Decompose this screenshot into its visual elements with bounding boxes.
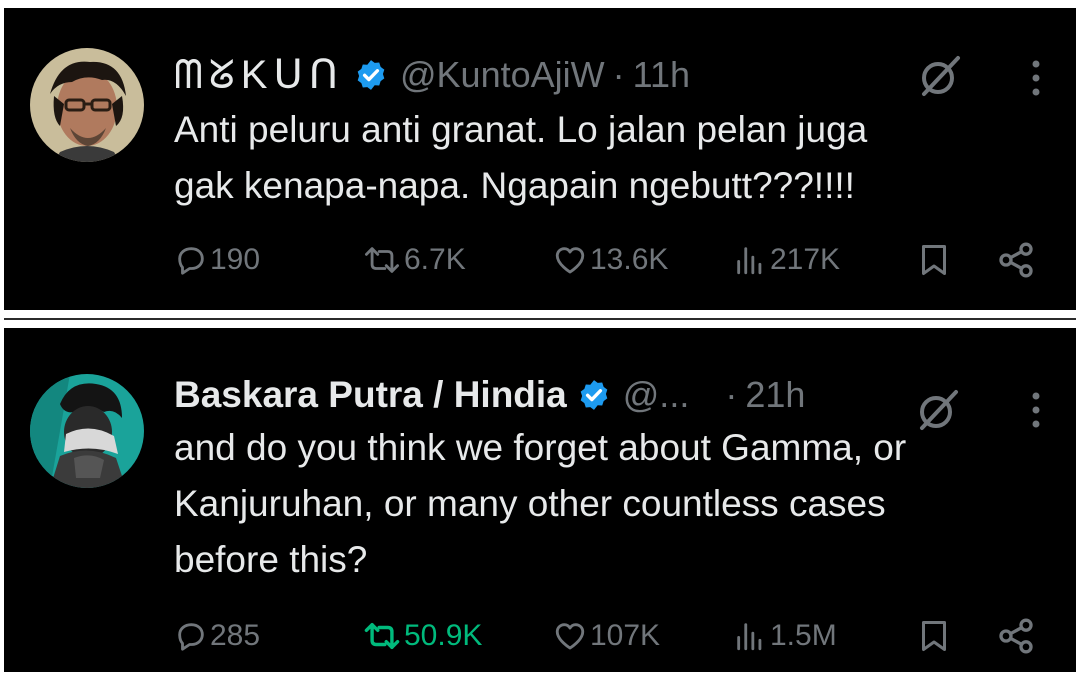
repost-icon — [365, 247, 400, 273]
tweet-text: Anti peluru anti granat. Lo jalan pelan … — [174, 109, 868, 206]
avatar-baskara[interactable] — [30, 374, 144, 488]
screenshot-frame: ᗰᘜKᑌᑎ @KuntoAjiW · 11h Anti peluru anti … — [0, 0, 1080, 680]
repost-icon — [364, 622, 400, 650]
views-icon — [737, 247, 762, 275]
separator-dot: · — [612, 54, 625, 95]
more-icon[interactable] — [1028, 390, 1044, 430]
views-button[interactable]: 217K — [732, 238, 840, 282]
tweet-header: Baskara Putra / Hindia @... · 21h — [174, 370, 805, 420]
grok-icon[interactable] — [918, 54, 962, 98]
repost-button[interactable]: 50.9K — [362, 614, 482, 658]
verified-badge-icon[interactable] — [354, 58, 388, 92]
bookmark-button[interactable] — [916, 238, 952, 282]
tweet-actions: 285 50.9K 107K 1.5M — [174, 614, 1036, 658]
display-name[interactable]: ᗰᘜKᑌᑎ — [174, 52, 344, 98]
views-icon — [737, 623, 762, 651]
like-icon — [555, 623, 585, 650]
share-icon — [999, 242, 1033, 278]
avatar-kunto[interactable] — [30, 48, 144, 162]
tweet-1[interactable]: ᗰᘜKᑌᑎ @KuntoAjiW · 11h Anti peluru anti … — [4, 8, 1076, 310]
share-icon — [999, 618, 1033, 654]
like-button[interactable]: 13.6K — [552, 238, 668, 282]
share-button[interactable] — [996, 238, 1036, 282]
separator-dot: · — [725, 374, 738, 415]
reply-icon — [178, 623, 204, 651]
reply-button[interactable]: 285 — [174, 614, 260, 658]
divider — [4, 318, 1076, 320]
bookmark-icon — [922, 621, 946, 651]
tweet-header: ᗰᘜKᑌᑎ @KuntoAjiW · 11h — [174, 50, 690, 100]
timestamp[interactable]: 11h — [633, 54, 690, 96]
reply-button[interactable]: 190 — [174, 238, 260, 282]
repost-count: 6.7K — [404, 243, 466, 276]
share-button[interactable] — [996, 614, 1036, 658]
timestamp[interactable]: 21h — [745, 374, 805, 416]
like-count: 13.6K — [590, 243, 669, 276]
like-icon — [555, 247, 585, 274]
like-button[interactable]: 107K — [552, 614, 660, 658]
tweet-text: and do you think we forget about Gamma, … — [174, 427, 907, 580]
views-count: 1.5M — [770, 619, 837, 652]
reply-count: 190 — [210, 243, 261, 276]
tweet-2[interactable]: Baskara Putra / Hindia @... · 21h and do… — [4, 328, 1076, 672]
reply-icon — [178, 247, 204, 275]
user-handle[interactable]: @KuntoAjiW — [400, 54, 605, 96]
views-count: 217K — [770, 243, 841, 276]
tweet-actions: 190 6.7K 13.6K 217K — [174, 238, 1036, 282]
user-handle[interactable]: @... — [623, 374, 690, 416]
reply-count: 285 — [210, 619, 261, 652]
like-count: 107K — [590, 619, 661, 652]
bookmark-button[interactable] — [916, 614, 952, 658]
display-name[interactable]: Baskara Putra / Hindia — [174, 374, 567, 416]
views-button[interactable]: 1.5M — [732, 614, 837, 658]
more-icon[interactable] — [1028, 58, 1044, 98]
bookmark-icon — [922, 245, 946, 275]
verified-badge-icon[interactable] — [577, 378, 611, 412]
repost-button[interactable]: 6.7K — [362, 238, 466, 282]
repost-count: 50.9K — [404, 619, 483, 652]
